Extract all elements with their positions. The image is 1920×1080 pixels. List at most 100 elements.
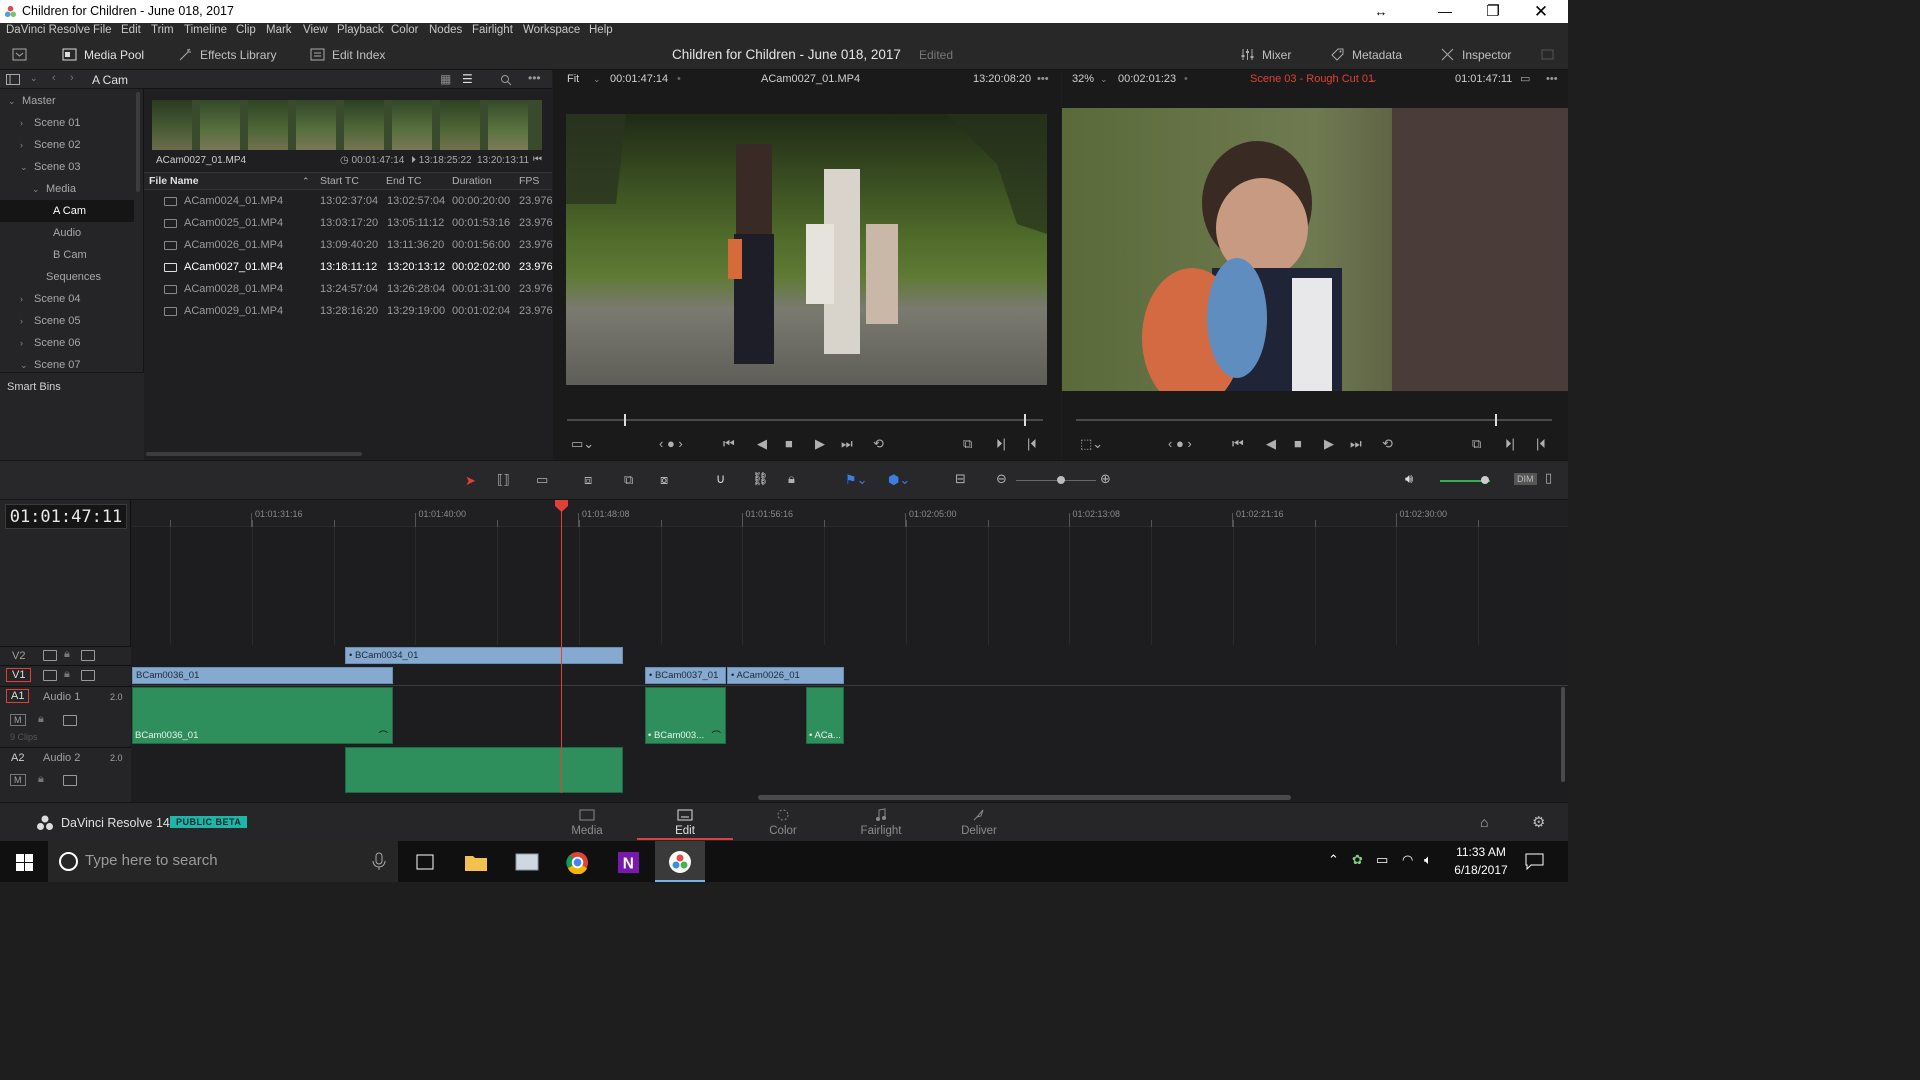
bin-tree-item[interactable]: › Scene 02: [0, 134, 134, 156]
timeline-clip-a1[interactable]: • ACa...: [806, 687, 844, 744]
col-start-tc[interactable]: Start TC: [320, 172, 359, 190]
fullscreen-toggle-icon[interactable]: [1540, 47, 1555, 62]
smart-bins-label[interactable]: Smart Bins: [7, 381, 61, 393]
timeline-clip-v1[interactable]: • ACam0026_01: [727, 667, 844, 684]
bin-tree-item[interactable]: ⌄ Media: [0, 178, 134, 200]
timeline-h-scrollbar[interactable]: [758, 795, 1291, 800]
bin-dropdown-icon[interactable]: ⌄: [30, 73, 38, 84]
back-arrow-icon[interactable]: ‹: [52, 72, 56, 84]
windows-start-icon[interactable]: [16, 854, 33, 871]
record-mark-out-icon[interactable]: |⏴: [1536, 436, 1546, 452]
timeline-ruler[interactable]: 01:01:31:16 01:01:40:00 01:01:48:08 01:01:5…: [132, 500, 1568, 527]
file-list-row[interactable]: ACam0028_01.MP4 13:24:57:04 13:26:28:04 00:…: [148, 278, 553, 300]
track-a2-name[interactable]: Audio 2: [43, 752, 80, 764]
close-button[interactable]: ✕: [1518, 0, 1564, 23]
more-options-icon[interactable]: •••: [528, 71, 541, 85]
mixer-button[interactable]: Mixer: [1240, 47, 1291, 62]
zoom-dropdown-icon[interactable]: ⌄: [593, 70, 601, 89]
timeline-timecode[interactable]: 01:01:47:11: [5, 504, 127, 529]
timeline-clip-a1[interactable]: • BCam003... ⌒: [645, 687, 726, 744]
go-to-start-icon[interactable]: ⏮: [533, 154, 542, 165]
snapping-icon[interactable]: ∪: [716, 471, 726, 487]
onenote-icon[interactable]: N: [617, 851, 640, 874]
track-a1-mute-button[interactable]: M: [10, 714, 26, 726]
insert-clip-icon[interactable]: ⧈: [584, 472, 592, 488]
bin-layout-icon[interactable]: [6, 74, 20, 85]
microphone-icon[interactable]: [372, 852, 386, 871]
track-v1-toggle-icon[interactable]: [43, 670, 57, 681]
bin-tree-item[interactable]: Audio: [0, 222, 134, 244]
track-a2-monitor-icon[interactable]: [63, 775, 77, 786]
file-list-row[interactable]: ACam0027_01.MP4 13:18:11:12 13:20:13:12 00:…: [148, 256, 553, 278]
timeline-name[interactable]: Scene 03 - Rough Cut 01: [1250, 70, 1374, 89]
record-options-icon[interactable]: •••: [1546, 70, 1558, 89]
home-icon[interactable]: ⌂: [1480, 814, 1488, 830]
panel-toggle-icon[interactable]: [12, 47, 27, 62]
mark-in-icon[interactable]: ⏵|: [996, 436, 1006, 452]
selection-tool-icon[interactable]: ➤: [465, 473, 476, 489]
record-play-reverse-icon[interactable]: ◀: [1266, 436, 1276, 452]
track-a1-label[interactable]: A1: [6, 689, 30, 703]
list-view-icon[interactable]: ☰: [462, 72, 473, 86]
source-options-icon[interactable]: •••: [1037, 70, 1049, 89]
menu-help[interactable]: Help: [589, 24, 613, 36]
chevron-right-icon[interactable]: ›: [20, 332, 23, 354]
audio-fade-icon[interactable]: ⌒: [378, 728, 388, 742]
menu-view[interactable]: View: [303, 24, 328, 36]
resize-arrows-icon[interactable]: ↔: [1358, 0, 1404, 23]
play-icon[interactable]: ▶: [815, 436, 825, 452]
track-a2-lock-icon[interactable]: 🔒︎: [38, 773, 44, 786]
stop-icon[interactable]: ■: [785, 436, 793, 451]
track-v2-monitor-icon[interactable]: [81, 650, 95, 661]
menu-fairlight[interactable]: Fairlight: [472, 24, 513, 36]
audio-fade-icon[interactable]: ⌒: [711, 728, 721, 742]
source-jog-icon[interactable]: ‹ ● ›: [659, 436, 683, 451]
bin-tree-item[interactable]: › Scene 04: [0, 288, 134, 310]
minimize-button[interactable]: —: [1422, 0, 1468, 23]
timeline-clip-a1[interactable]: BCam0036_01 ⌒: [132, 687, 393, 744]
source-scrubber[interactable]: [567, 419, 1043, 421]
file-list-row[interactable]: ACam0025_01.MP4 13:03:17:20 13:05:11:12 00:…: [148, 212, 553, 234]
menu-timeline[interactable]: Timeline: [184, 24, 227, 36]
record-play-icon[interactable]: ▶: [1324, 436, 1334, 452]
record-match-frame-icon[interactable]: ⧉: [1472, 436, 1481, 452]
link-icon[interactable]: ⛓: [752, 471, 769, 487]
menu-davinci[interactable]: DaVinci Resolve: [6, 24, 90, 36]
effects-library-button[interactable]: Effects Library: [178, 47, 276, 62]
clock-date[interactable]: 6/18/2017: [1450, 863, 1512, 877]
timeline-clip-a2[interactable]: [345, 747, 623, 793]
edit-index-button[interactable]: Edit Index: [310, 47, 385, 62]
media-pool-scrollbar[interactable]: [146, 452, 362, 456]
forward-arrow-icon[interactable]: ›: [70, 72, 74, 84]
inspector-button[interactable]: Inspector: [1440, 47, 1511, 62]
replace-clip-icon[interactable]: ⧇: [660, 472, 668, 488]
menu-edit[interactable]: Edit: [121, 24, 141, 36]
menu-workspace[interactable]: Workspace: [523, 24, 580, 36]
zoom-slider-handle[interactable]: [1057, 476, 1065, 484]
go-to-last-frame-icon[interactable]: ⏭: [841, 436, 853, 452]
record-go-to-first-icon[interactable]: ⏮: [1232, 436, 1244, 452]
source-playhead[interactable]: [624, 414, 627, 426]
bin-tree-item[interactable]: A Cam: [0, 200, 134, 222]
menu-file[interactable]: File: [93, 24, 112, 36]
blade-tool-icon[interactable]: ▭: [536, 472, 548, 488]
menu-trim[interactable]: Trim: [151, 24, 174, 36]
notifications-icon[interactable]: [1525, 853, 1544, 870]
record-go-to-last-icon[interactable]: ⏭: [1350, 436, 1362, 452]
track-a1-monitor-icon[interactable]: [63, 715, 77, 726]
record-view-options-icon[interactable]: ⬚⌄: [1080, 436, 1103, 452]
col-file-name[interactable]: File Name: [149, 172, 199, 190]
timeline-dropdown-icon[interactable]: ⌄: [1370, 70, 1378, 89]
page-tab-edit[interactable]: Edit: [637, 805, 733, 840]
bin-tree-item[interactable]: › Scene 05: [0, 310, 134, 332]
track-a1-lock-icon[interactable]: 🔒︎: [38, 713, 44, 726]
col-duration[interactable]: Duration: [452, 172, 492, 190]
menu-mark[interactable]: Mark: [266, 24, 292, 36]
menu-clip[interactable]: Clip: [236, 24, 256, 36]
record-layout-icon[interactable]: ▭: [1520, 70, 1530, 89]
chrome-icon[interactable]: [566, 851, 589, 874]
file-explorer-icon[interactable]: [464, 852, 488, 872]
track-a2-mute-button[interactable]: M: [10, 774, 26, 786]
chevron-down-icon[interactable]: ⌄: [32, 178, 40, 200]
timeline-v-scrollbar[interactable]: [1561, 687, 1565, 782]
